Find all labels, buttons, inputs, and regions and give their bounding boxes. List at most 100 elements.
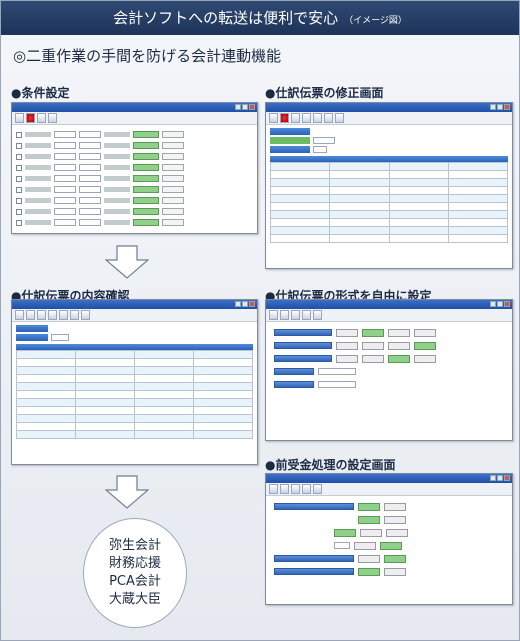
number-field[interactable]: [313, 146, 327, 153]
option-button[interactable]: [414, 354, 436, 363]
page-icon[interactable]: [37, 310, 46, 320]
checkbox[interactable]: [16, 142, 22, 149]
option-button[interactable]: [133, 131, 159, 138]
option-button[interactable]: [414, 328, 436, 337]
checkbox[interactable]: [16, 153, 22, 160]
date-field[interactable]: [54, 164, 76, 171]
checkbox[interactable]: [16, 219, 22, 226]
journal-table[interactable]: [269, 162, 509, 243]
option-button[interactable]: [362, 328, 384, 337]
search-icon[interactable]: [70, 310, 79, 320]
option-button[interactable]: [133, 186, 159, 193]
list-icon[interactable]: [280, 484, 289, 494]
option-button[interactable]: [358, 502, 380, 511]
checkbox[interactable]: [16, 131, 22, 138]
save-icon[interactable]: [302, 310, 311, 320]
confirm-table[interactable]: [16, 350, 253, 439]
setting-icon[interactable]: [324, 113, 333, 123]
option-button[interactable]: [162, 175, 184, 182]
exit-icon[interactable]: [269, 484, 278, 494]
option-button[interactable]: [133, 208, 159, 215]
date-field[interactable]: [79, 142, 101, 149]
close-icon[interactable]: [504, 301, 510, 307]
date-field[interactable]: [79, 131, 101, 138]
date-field[interactable]: [54, 186, 76, 193]
option-button[interactable]: [362, 354, 384, 363]
date-field[interactable]: [79, 175, 101, 182]
option-button[interactable]: [133, 142, 159, 149]
minimize-icon[interactable]: [235, 104, 241, 110]
maximize-icon[interactable]: [497, 104, 503, 110]
maximize-icon[interactable]: [242, 104, 248, 110]
option-button[interactable]: [162, 142, 184, 149]
date-field[interactable]: [79, 164, 101, 171]
maximize-icon[interactable]: [242, 301, 248, 307]
option-button[interactable]: [386, 528, 408, 537]
date-field[interactable]: [54, 219, 76, 226]
page-icon[interactable]: [26, 310, 35, 320]
option-button[interactable]: [362, 341, 384, 350]
date-field[interactable]: [79, 153, 101, 160]
setting-icon[interactable]: [291, 310, 300, 320]
option-button[interactable]: [360, 528, 382, 537]
option-button[interactable]: [358, 567, 380, 576]
maximize-icon[interactable]: [497, 301, 503, 307]
setting-icon[interactable]: [291, 484, 300, 494]
option-button[interactable]: [388, 341, 410, 350]
print-icon[interactable]: [335, 113, 344, 123]
print-icon[interactable]: [313, 310, 322, 320]
date-field[interactable]: [54, 175, 76, 182]
close-icon[interactable]: [249, 301, 255, 307]
date-field[interactable]: [79, 219, 101, 226]
setting-icon[interactable]: [48, 113, 57, 123]
close-icon[interactable]: [504, 104, 510, 110]
option-button[interactable]: [388, 354, 410, 363]
add-icon[interactable]: [291, 113, 300, 123]
minimize-icon[interactable]: [490, 475, 496, 481]
maximize-icon[interactable]: [497, 475, 503, 481]
minimize-icon[interactable]: [235, 301, 241, 307]
number-field[interactable]: [51, 334, 69, 341]
checkbox[interactable]: [16, 164, 22, 171]
date-field[interactable]: [54, 153, 76, 160]
exit-icon[interactable]: [15, 113, 24, 123]
option-button[interactable]: [384, 502, 406, 511]
option-button[interactable]: [358, 554, 380, 563]
list-icon[interactable]: [280, 310, 289, 320]
option-button[interactable]: [133, 219, 159, 226]
option-button[interactable]: [162, 131, 184, 138]
date-field[interactable]: [54, 208, 76, 215]
checkbox[interactable]: [16, 186, 22, 193]
option-button[interactable]: [133, 197, 159, 204]
delete-icon[interactable]: [302, 113, 311, 123]
exit-icon[interactable]: [269, 310, 278, 320]
option-button[interactable]: [380, 541, 402, 550]
print-icon[interactable]: [59, 310, 68, 320]
option-button[interactable]: [358, 515, 380, 524]
date-field[interactable]: [79, 197, 101, 204]
exit-icon[interactable]: [269, 113, 278, 123]
option-button[interactable]: [384, 554, 406, 563]
date-field[interactable]: [79, 208, 101, 215]
checkbox[interactable]: [16, 175, 22, 182]
option-button[interactable]: [133, 153, 159, 160]
transfer-icon[interactable]: [37, 113, 46, 123]
date-field[interactable]: [54, 131, 76, 138]
option-button[interactable]: [384, 515, 406, 524]
close-icon[interactable]: [249, 104, 255, 110]
option-button[interactable]: [336, 328, 358, 337]
stop-icon[interactable]: [280, 113, 289, 123]
date-field[interactable]: [54, 142, 76, 149]
option-button[interactable]: [162, 186, 184, 193]
option-button[interactable]: [162, 153, 184, 160]
minimize-icon[interactable]: [490, 301, 496, 307]
close-icon[interactable]: [504, 475, 510, 481]
print-icon[interactable]: [313, 484, 322, 494]
option-button[interactable]: [133, 164, 159, 171]
option-button[interactable]: [162, 197, 184, 204]
option-button[interactable]: [384, 567, 406, 576]
number-field[interactable]: [334, 542, 350, 549]
option-button[interactable]: [334, 528, 356, 537]
option-button[interactable]: [414, 341, 436, 350]
save-icon[interactable]: [302, 484, 311, 494]
